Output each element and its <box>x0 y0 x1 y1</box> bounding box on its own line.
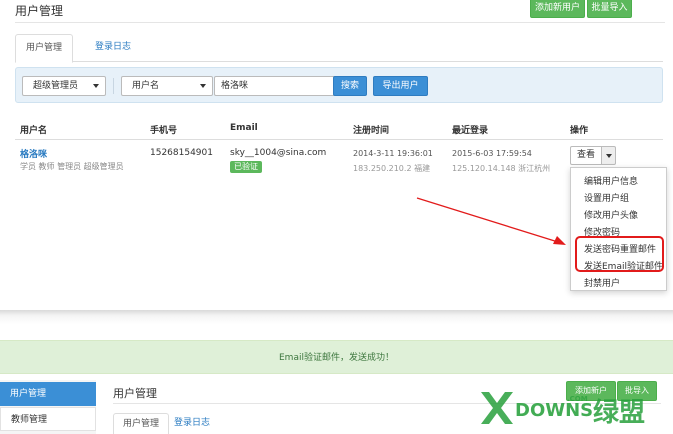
verified-badge: 已验证 <box>230 161 262 173</box>
column-header-username: 用户名 <box>20 126 48 136</box>
field-select-value: 用户名 <box>132 81 160 91</box>
role-select-value: 超级管理员 <box>33 81 79 91</box>
search-button[interactable]: 搜索 <box>333 76 367 96</box>
chevron-down-icon <box>200 84 206 88</box>
top-panel: 用户管理 添加新用户 批量导入 用户管理 登录日志 超级管理员 用户名 格洛咪 … <box>0 0 673 312</box>
export-users-button[interactable]: 导出用户 <box>373 76 428 96</box>
field-select[interactable]: 用户名 <box>121 76 213 96</box>
column-header-reg-time: 注册时间 <box>353 126 390 136</box>
panel-shadow <box>0 310 673 324</box>
chevron-down-icon <box>93 84 99 88</box>
batch-import-button[interactable]: 批量导入 <box>587 0 632 18</box>
login-time-cell: 2015-6-03 17:59:54 <box>452 149 532 158</box>
add-user-button[interactable]: 添加新用户 <box>530 0 585 18</box>
search-bar: 超级管理员 用户名 格洛咪 搜索 导出用户 <box>15 67 663 103</box>
username-link[interactable]: 格洛咪 <box>20 147 47 160</box>
tab-user-management[interactable]: 用户管理 <box>15 34 74 63</box>
watermark-text: DOWNS <box>515 400 594 421</box>
chevron-down-icon <box>606 154 612 158</box>
watermark-logo: DOWNS .COM 绿盟 <box>475 378 673 434</box>
reg-time-cell: 2014-3-11 19:36:01 <box>353 149 433 158</box>
column-header-email: Email <box>230 123 258 133</box>
menu-item-change-avatar[interactable]: 修改用户头像 <box>584 208 638 221</box>
user-roles: 学员 教师 管理员 超级管理员 <box>20 162 124 171</box>
tab-login-log[interactable]: 登录日志 <box>85 34 141 62</box>
menu-item-ban-user[interactable]: 封禁用户 <box>584 276 620 289</box>
table-header-divider <box>15 139 663 140</box>
page-title: 用户管理 <box>113 387 157 400</box>
role-select[interactable]: 超级管理员 <box>22 76 106 96</box>
view-button[interactable]: 查看 <box>570 146 602 165</box>
column-header-phone: 手机号 <box>150 126 178 136</box>
watermark-sub: .COM <box>567 395 588 403</box>
menu-item-set-group[interactable]: 设置用户组 <box>584 191 629 204</box>
tab-user-management[interactable]: 用户管理 <box>113 413 170 434</box>
sidebar: 用户管理 教师管理 <box>0 380 96 434</box>
login-ip-cell: 125.120.14.148 浙江杭州 <box>452 164 551 173</box>
column-header-actions: 操作 <box>570 126 589 136</box>
tab-login-log[interactable]: 登录日志 <box>174 413 210 434</box>
search-divider <box>113 78 114 94</box>
actions-dropdown-toggle[interactable] <box>601 146 616 165</box>
reg-ip-cell: 183.250.210.2 福建 <box>353 164 431 173</box>
watermark-cn: 绿盟 <box>593 398 646 428</box>
email-cell: sky__1004@sina.com <box>230 148 327 158</box>
watermark-x-icon <box>481 392 513 424</box>
column-header-last-login: 最近登录 <box>452 126 489 136</box>
tab-bar: 用户管理 登录日志 <box>15 34 663 63</box>
success-alert: Email验证邮件，发送成功！ <box>0 340 673 374</box>
menu-item-edit-user[interactable]: 编辑用户信息 <box>584 174 638 187</box>
title-divider <box>15 22 665 23</box>
page-title: 用户管理 <box>15 4 64 18</box>
actions-dropdown-menu: 编辑用户信息 设置用户组 修改用户头像 修改密码 发送密码重置邮件 发送Emai… <box>570 167 667 291</box>
keyword-input[interactable]: 格洛咪 <box>214 76 344 96</box>
annotation-highlight-box <box>575 236 664 272</box>
sidebar-item-teacher-management[interactable]: 教师管理 <box>0 407 96 431</box>
phone-cell: 15268154901 <box>150 148 213 158</box>
sidebar-item-user-management[interactable]: 用户管理 <box>0 382 96 406</box>
